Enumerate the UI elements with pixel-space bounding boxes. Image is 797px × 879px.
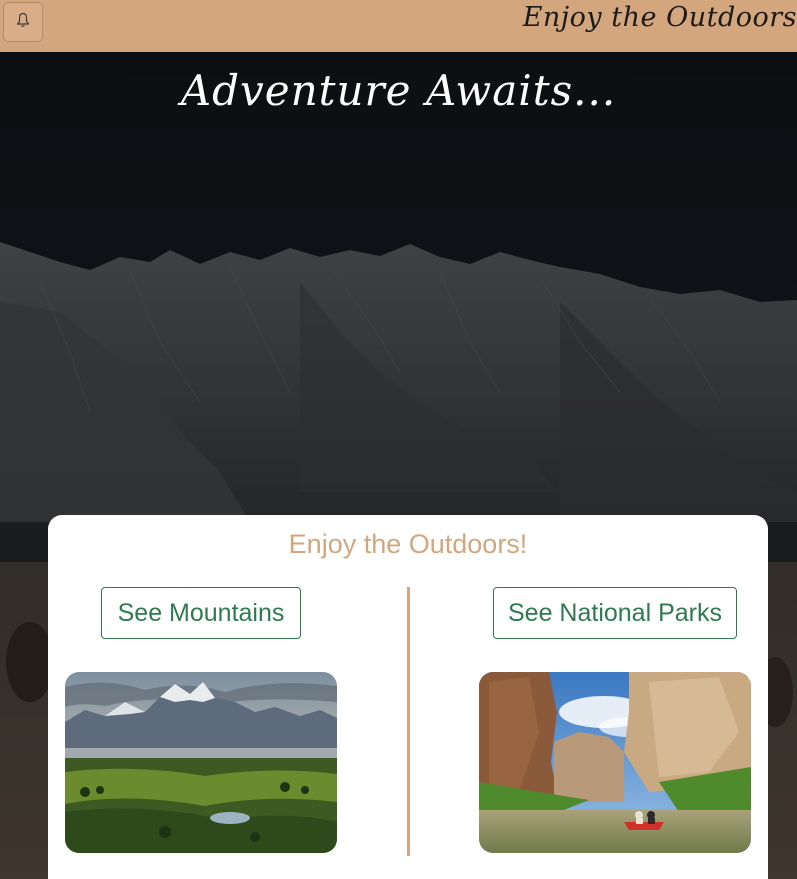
navbar-toggle-button[interactable] xyxy=(3,2,43,42)
bell-icon xyxy=(16,12,30,32)
card-title: Enjoy the Outdoors! xyxy=(288,529,528,559)
navbar-brand[interactable]: Enjoy the Outdoors xyxy=(523,2,797,33)
content-card: Enjoy the Outdoors! See Mountains See Na… xyxy=(48,515,768,879)
page: Enjoy the Outdoors Adventure Awaits... E… xyxy=(0,0,797,879)
vertical-divider xyxy=(407,587,410,856)
see-mountains-button[interactable]: See Mountains xyxy=(101,587,301,639)
see-national-parks-button[interactable]: See National Parks xyxy=(493,587,737,639)
hero-title: Adventure Awaits... xyxy=(180,66,617,115)
national-parks-image[interactable] xyxy=(479,672,751,853)
mountains-image[interactable] xyxy=(65,672,337,853)
navbar: Enjoy the Outdoors xyxy=(0,0,797,52)
